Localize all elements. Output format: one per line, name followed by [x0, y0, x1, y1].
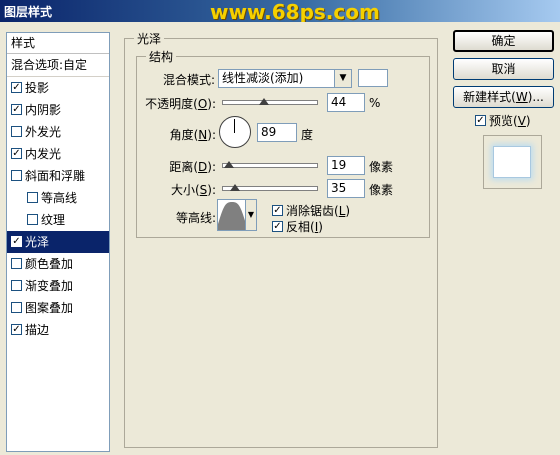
style-item-label: 颜色叠加 — [25, 257, 74, 271]
style-item[interactable]: 图案叠加 — [7, 297, 109, 319]
style-item-checkbox[interactable] — [11, 302, 22, 313]
blending-options-item[interactable]: 混合选项:自定 — [7, 54, 109, 77]
invert-check[interactable]: ✓ — [272, 221, 283, 232]
chevron-down-icon[interactable]: ▼ — [334, 70, 351, 87]
size-slider-thumb[interactable] — [230, 184, 241, 191]
new-style-button[interactable]: 新建样式(W)... — [453, 86, 554, 108]
style-item-label: 内阴影 — [25, 103, 62, 117]
styles-list: 样式 混合选项:自定 ✓ 投影 ✓ 内阴影 外发光 ✓ 内发光 斜面和浮雕 等高线 纹理 ✓ 光泽 颜色… — [6, 32, 110, 452]
style-item-checkbox[interactable] — [27, 192, 38, 203]
style-item[interactable]: 外发光 — [7, 121, 109, 143]
style-item-checkbox[interactable] — [11, 258, 22, 269]
opacity-slider-track[interactable] — [222, 100, 318, 105]
size-label: 大小(S): — [170, 183, 216, 197]
opacity-label: 不透明度(O): — [145, 97, 216, 111]
distance-slider-track[interactable] — [222, 163, 318, 168]
style-item[interactable]: ✓ 光泽 — [7, 231, 109, 253]
style-item[interactable]: ✓ 描边 — [7, 319, 109, 341]
style-item-label: 描边 — [25, 323, 50, 337]
contour-picker[interactable]: ▼ — [217, 199, 257, 231]
style-item-label: 外发光 — [25, 125, 62, 139]
style-item-label: 内发光 — [25, 147, 62, 161]
distance-label: 距离(D): — [169, 160, 216, 174]
style-item[interactable]: 斜面和浮雕 — [7, 165, 109, 187]
style-item-checkbox[interactable]: ✓ — [11, 104, 22, 115]
style-item-checkbox[interactable]: ✓ — [11, 82, 22, 93]
style-item[interactable]: ✓ 投影 — [7, 77, 109, 99]
style-item-label: 纹理 — [41, 213, 66, 227]
angle-unit: 度 — [301, 128, 314, 142]
structure-group-title: 结构 — [146, 48, 177, 65]
size-input[interactable]: 35 — [327, 179, 365, 198]
preview-panel — [483, 135, 542, 189]
anti-alias-check[interactable]: ✓ — [272, 205, 283, 216]
style-item-label: 光泽 — [25, 235, 50, 249]
chevron-down-icon[interactable]: ▼ — [245, 200, 256, 230]
contour-label: 等高线: — [175, 211, 216, 225]
style-item-checkbox[interactable] — [11, 126, 22, 137]
anti-alias-checkbox[interactable]: ✓ 消除锯齿(L) — [272, 202, 350, 219]
angle-dial-hand — [234, 119, 235, 133]
distance-unit: 像素 — [369, 160, 394, 174]
style-item-checkbox[interactable] — [11, 280, 22, 291]
distance-input[interactable]: 19 — [327, 156, 365, 175]
angle-dial[interactable] — [219, 116, 251, 148]
styles-header[interactable]: 样式 — [7, 33, 109, 54]
opacity-unit: % — [369, 96, 381, 110]
style-item-label: 斜面和浮雕 — [25, 169, 86, 183]
invert-checkbox[interactable]: ✓ 反相(I) — [272, 218, 323, 235]
style-item-checkbox[interactable] — [11, 170, 22, 181]
title-bar: 图层样式 www.68ps.com — [0, 0, 560, 24]
window-title: 图层样式 — [4, 5, 53, 19]
style-item[interactable]: ✓ 内阴影 — [7, 99, 109, 121]
style-item-label: 图案叠加 — [25, 301, 74, 315]
style-item-label: 渐变叠加 — [25, 279, 74, 293]
style-item-checkbox[interactable] — [27, 214, 38, 225]
style-item[interactable]: 等高线 — [7, 187, 109, 209]
satin-color-swatch[interactable] — [358, 69, 388, 87]
cancel-button[interactable]: 取消 — [453, 58, 554, 80]
style-item-checkbox[interactable]: ✓ — [11, 236, 22, 247]
blend-mode-value: 线性减淡(添加) — [222, 71, 304, 85]
preview-checkbox[interactable]: ✓ 预览(V) — [475, 112, 531, 129]
style-item-label: 投影 — [25, 81, 50, 95]
contour-curve-icon — [218, 202, 246, 230]
watermark: www.68ps.com — [210, 0, 380, 24]
ok-button[interactable]: 确定 — [453, 30, 554, 52]
angle-input[interactable]: 89 — [257, 123, 297, 142]
style-item[interactable]: 纹理 — [7, 209, 109, 231]
preview-thumbnail — [493, 146, 531, 178]
blend-mode-label: 混合模式: — [162, 73, 215, 87]
size-unit: 像素 — [369, 183, 394, 197]
style-item[interactable]: 渐变叠加 — [7, 275, 109, 297]
blend-mode-select[interactable]: 线性减淡(添加) ▼ — [218, 69, 352, 88]
opacity-input[interactable]: 44 — [327, 93, 365, 112]
style-item[interactable]: ✓ 内发光 — [7, 143, 109, 165]
angle-label: 角度(N): — [169, 128, 216, 142]
satin-group-title: 光泽 — [134, 30, 165, 47]
distance-slider-thumb[interactable] — [224, 161, 235, 168]
style-item-checkbox[interactable]: ✓ — [11, 324, 22, 335]
style-item[interactable]: 颜色叠加 — [7, 253, 109, 275]
style-item-checkbox[interactable]: ✓ — [11, 148, 22, 159]
style-item-label: 等高线 — [41, 191, 78, 205]
preview-check[interactable]: ✓ — [475, 115, 486, 126]
opacity-slider-thumb[interactable] — [259, 98, 270, 105]
